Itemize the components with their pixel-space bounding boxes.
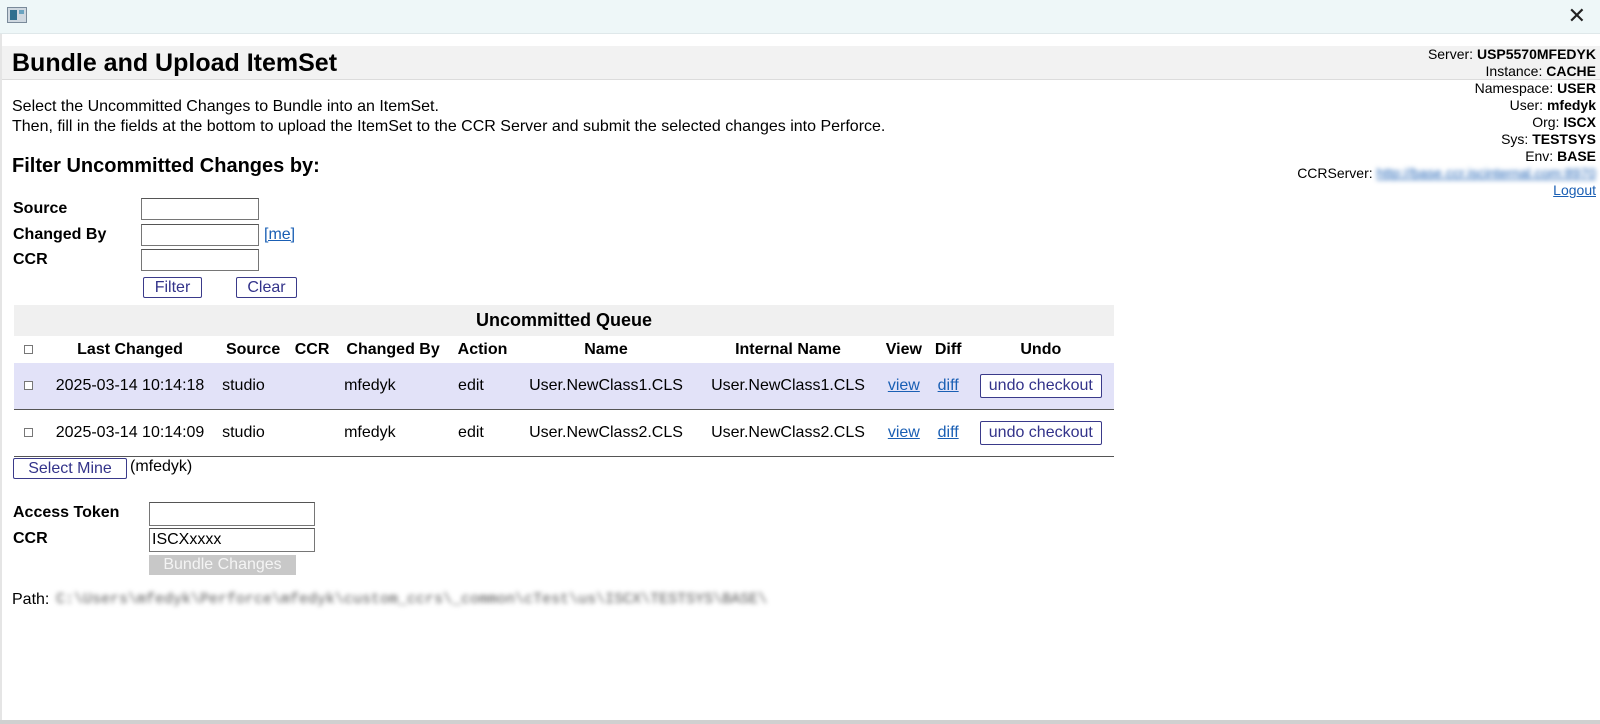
view-link[interactable]: view <box>888 424 920 441</box>
cell-changed-by: mfedyk <box>336 363 451 410</box>
col-header-ccr[interactable]: CCR <box>288 336 336 363</box>
col-header-internal-name[interactable]: Internal Name <box>697 336 879 363</box>
view-cell: view <box>878 409 929 457</box>
cell-changed-by: mfedyk <box>336 409 451 457</box>
source-label: Source <box>13 200 68 217</box>
server-info-ccrserver: CCRServer: http://base.ccr.iscinternal.c… <box>1297 165 1596 181</box>
cell-last-changed: 2025-03-14 10:14:18 <box>42 363 219 410</box>
instructions-line-2: Then, fill in the fields at the bottom t… <box>12 118 886 135</box>
cell-internal-name: User.NewClass2.CLS <box>697 409 879 457</box>
col-header-name[interactable]: Name <box>515 336 697 363</box>
close-icon[interactable]: ✕ <box>1568 3 1586 29</box>
cell-source: studio <box>218 363 289 410</box>
cell-name: User.NewClass2.CLS <box>515 409 697 457</box>
table-row[interactable]: 2025-03-14 10:14:18 studio mfedyk edit U… <box>14 363 1114 410</box>
cell-last-changed: 2025-03-14 10:14:09 <box>42 409 219 457</box>
server-info-user: User: mfedyk <box>1509 97 1596 113</box>
server-info-server: Server: USP5570MFEDYK <box>1427 46 1596 62</box>
row-select-cell <box>14 363 42 410</box>
clear-button[interactable]: Clear <box>236 277 297 298</box>
row-checkbox[interactable] <box>23 381 33 391</box>
row-select-cell <box>14 409 42 457</box>
window-titlebar: ✕ <box>0 0 1600 34</box>
col-header-view: View <box>885 340 922 358</box>
page-title: Bundle and Upload ItemSet <box>12 49 338 77</box>
ccr-filter-label: CCR <box>13 251 48 268</box>
changed-by-label: Changed By <box>13 226 107 243</box>
cell-ccr <box>288 363 337 410</box>
diff-link[interactable]: diff <box>938 377 959 394</box>
diff-link[interactable]: diff <box>938 424 959 441</box>
view-cell: view <box>878 363 929 410</box>
logout-link[interactable]: Logout <box>1553 182 1596 198</box>
path-label: Path: <box>12 591 50 608</box>
col-header-diff: Diff <box>934 340 962 358</box>
server-info-instance: Instance: CACHE <box>1485 63 1596 79</box>
server-info-org: Org: ISCX <box>1532 114 1596 130</box>
window-border-bottom <box>0 720 1600 724</box>
col-header-last-changed[interactable]: Last Changed <box>42 336 218 363</box>
cell-action: edit <box>450 363 516 410</box>
diff-cell: diff <box>928 363 968 410</box>
access-token-label: Access Token <box>13 504 120 521</box>
path-value: C:\Users\mfedyk\Perforce\mfedyk\custom_c… <box>56 591 768 608</box>
window-border-left <box>0 34 2 724</box>
changed-by-filter-input[interactable] <box>141 224 259 246</box>
select-mine-button[interactable]: Select Mine <box>13 458 127 479</box>
app-icon <box>7 7 27 23</box>
undo-checkout-button[interactable]: undo checkout <box>979 374 1102 398</box>
undo-cell: undo checkout <box>967 409 1114 457</box>
uncommitted-queue-table: Uncommitted Queue Last Changed Source CC… <box>14 305 1114 457</box>
ccr-label: CCR <box>13 530 48 547</box>
bundle-changes-button[interactable]: Bundle Changes <box>149 555 296 575</box>
queue-caption: Uncommitted Queue <box>14 305 1114 336</box>
ccr-server-link[interactable]: http://base.ccr.iscinternal.com:8970 <box>1377 165 1596 181</box>
instructions-line-1: Select the Uncommitted Changes to Bundle… <box>12 98 439 115</box>
undo-checkout-button[interactable]: undo checkout <box>979 421 1102 445</box>
select-mine-user-note: (mfedyk) <box>130 458 193 475</box>
server-info-panel: Server: USP5570MFEDYK Instance: CACHE Na… <box>1297 46 1596 199</box>
col-header-source[interactable]: Source <box>218 336 288 363</box>
source-filter-input[interactable] <box>141 198 259 220</box>
select-all-cell <box>14 336 42 363</box>
cell-action: edit <box>450 409 516 457</box>
server-info-env: Env: BASE <box>1525 148 1596 164</box>
cell-source: studio <box>218 409 289 457</box>
me-link[interactable]: [me] <box>264 226 295 244</box>
ccr-input[interactable] <box>149 528 315 552</box>
row-checkbox[interactable] <box>23 428 33 438</box>
filter-heading: Filter Uncommitted Changes by: <box>12 155 320 177</box>
cell-internal-name: User.NewClass1.CLS <box>697 363 879 410</box>
ccr-filter-input[interactable] <box>141 249 259 271</box>
server-info-namespace: Namespace: USER <box>1474 80 1596 96</box>
view-link[interactable]: view <box>888 377 920 394</box>
access-token-input[interactable] <box>149 502 315 526</box>
select-all-checkbox[interactable] <box>23 344 33 354</box>
col-header-action[interactable]: Action <box>450 336 515 363</box>
cell-ccr <box>288 409 337 457</box>
col-header-changed-by[interactable]: Changed By <box>336 336 450 363</box>
filter-button[interactable]: Filter <box>143 277 202 298</box>
col-header-undo: Undo <box>1020 340 1062 358</box>
instructions: Select the Uncommitted Changes to Bundle… <box>12 97 885 137</box>
table-row[interactable]: 2025-03-14 10:14:09 studio mfedyk edit U… <box>14 409 1114 457</box>
undo-cell: undo checkout <box>967 363 1114 410</box>
server-info-sys: Sys: TESTSYS <box>1501 131 1596 147</box>
cell-name: User.NewClass1.CLS <box>515 363 697 410</box>
diff-cell: diff <box>928 409 968 457</box>
